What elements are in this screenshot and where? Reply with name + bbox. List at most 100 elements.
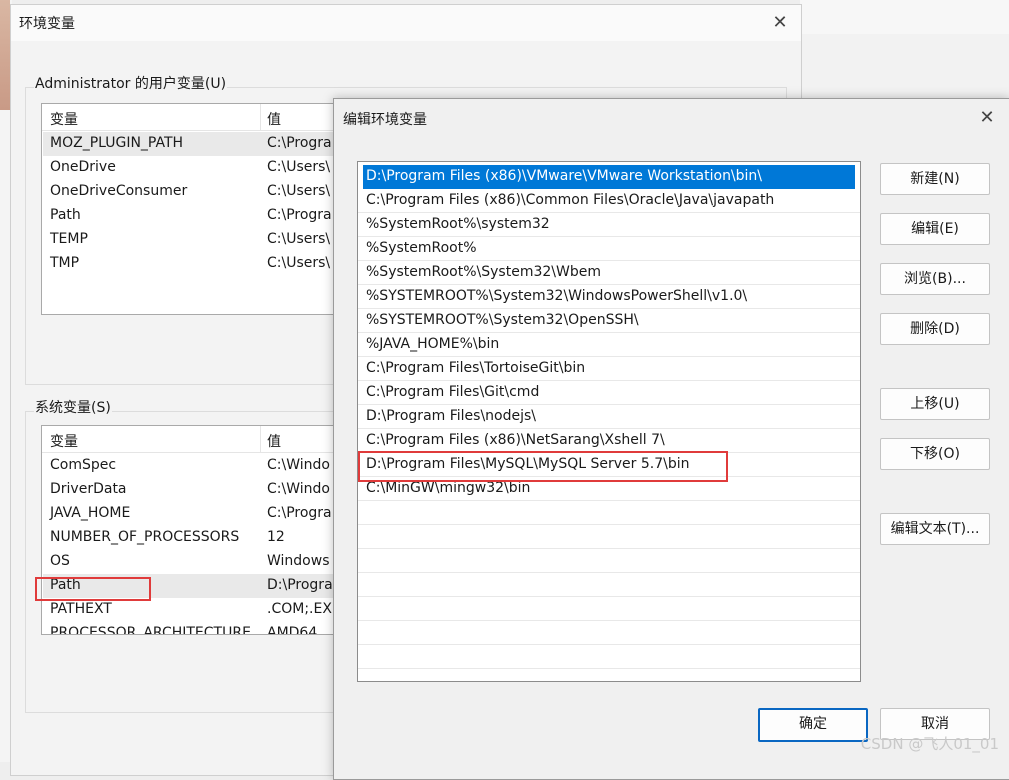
- variable-value: C:\Progra: [267, 135, 332, 151]
- empty-path-row[interactable]: [358, 573, 860, 597]
- user-variable-row[interactable]: OneDrive C:\Users\: [43, 156, 341, 180]
- watermark: CSDN @飞人01_01: [860, 735, 999, 753]
- variable-name: OneDriveConsumer: [50, 183, 188, 199]
- path-entry[interactable]: C:\MinGW\mingw32\bin: [358, 477, 860, 501]
- variable-name: TEMP: [50, 231, 88, 247]
- background-image: [0, 0, 10, 110]
- variable-name: Path: [50, 577, 81, 593]
- variable-value: C:\Users\: [267, 183, 331, 199]
- empty-path-row[interactable]: [358, 597, 860, 621]
- path-entry[interactable]: %SYSTEMROOT%\System32\OpenSSH\: [358, 309, 860, 333]
- user-variable-row[interactable]: Path C:\Progra: [43, 204, 341, 228]
- system-variable-row[interactable]: PROCESSOR_ARCHITECTURE AMD64: [43, 622, 341, 635]
- path-text: C:\Program Files\Git\cmd: [366, 384, 540, 400]
- path-text: D:\Program Files\nodejs\: [366, 408, 537, 424]
- variable-value: C:\Windo: [267, 457, 330, 473]
- variable-value: C:\Progra: [267, 505, 332, 521]
- variable-name: Path: [50, 207, 81, 223]
- browse-button[interactable]: 浏览(B)...: [880, 263, 990, 295]
- move-up-button[interactable]: 上移(U): [880, 388, 990, 420]
- user-variable-row[interactable]: TMP C:\Users\: [43, 252, 341, 276]
- path-entry[interactable]: %SYSTEMROOT%\System32\WindowsPowerShell\…: [358, 285, 860, 309]
- delete-button[interactable]: 删除(D): [880, 313, 990, 345]
- variable-value: Windows: [267, 553, 330, 569]
- variable-name: ComSpec: [50, 457, 117, 473]
- column-header-value[interactable]: 值: [267, 431, 281, 451]
- column-header-value[interactable]: 值: [267, 109, 281, 129]
- system-variable-row[interactable]: PATHEXT .COM;.EX: [43, 598, 341, 622]
- variable-value: .COM;.EX: [267, 601, 332, 617]
- dialog-title: 编辑环境变量: [343, 112, 427, 128]
- path-entry-mysql[interactable]: D:\Program Files\MySQL\MySQL Server 5.7\…: [358, 453, 860, 477]
- edit-button[interactable]: 编辑(E): [880, 213, 990, 245]
- column-header-variable[interactable]: 变量: [50, 109, 78, 129]
- system-variable-row[interactable]: NUMBER_OF_PROCESSORS 12: [43, 526, 341, 550]
- system-variables-list[interactable]: 变量 值 ComSpec C:\Windo DriverData C:\Wind…: [41, 425, 343, 635]
- user-variable-row[interactable]: TEMP C:\Users\: [43, 228, 341, 252]
- system-variable-row[interactable]: ComSpec C:\Windo: [43, 454, 341, 478]
- variable-value: D:\Progra: [267, 577, 333, 593]
- path-entry[interactable]: %SystemRoot%\System32\Wbem: [358, 261, 860, 285]
- user-variable-row[interactable]: MOZ_PLUGIN_PATH C:\Progra: [43, 132, 341, 156]
- variable-value: AMD64: [267, 625, 318, 635]
- path-entries-list[interactable]: D:\Program Files (x86)\VMware\VMware Wor…: [357, 161, 861, 682]
- user-variables-list[interactable]: 变量 值 MOZ_PLUGIN_PATH C:\Progra OneDrive …: [41, 103, 343, 315]
- path-entry[interactable]: D:\Program Files (x86)\VMware\VMware Wor…: [363, 165, 855, 189]
- path-text: %SYSTEMROOT%\System32\WindowsPowerShell\…: [366, 288, 748, 304]
- close-icon[interactable]: ✕: [768, 11, 792, 35]
- path-entry[interactable]: %SystemRoot%: [358, 237, 860, 261]
- column-header-variable[interactable]: 变量: [50, 431, 78, 451]
- variable-name: MOZ_PLUGIN_PATH: [50, 135, 184, 151]
- empty-path-row[interactable]: [358, 621, 860, 645]
- variable-name: NUMBER_OF_PROCESSORS: [50, 529, 240, 545]
- column-divider[interactable]: [260, 104, 261, 130]
- path-text: %SystemRoot%\system32: [366, 216, 550, 232]
- system-variables-label: 系统变量(S): [34, 397, 112, 417]
- variable-name: DriverData: [50, 481, 127, 497]
- user-variable-row[interactable]: OneDriveConsumer C:\Users\: [43, 180, 341, 204]
- system-variable-row[interactable]: JAVA_HOME C:\Progra: [43, 502, 341, 526]
- variable-value: C:\Progra: [267, 207, 332, 223]
- list-header: 变量 值: [42, 426, 342, 453]
- path-text: C:\Program Files (x86)\Common Files\Orac…: [366, 192, 775, 208]
- list-header: 变量 值: [42, 104, 342, 131]
- path-entry[interactable]: %SystemRoot%\system32: [358, 213, 860, 237]
- system-variable-row-path[interactable]: Path D:\Progra: [43, 574, 341, 598]
- variable-value: C:\Users\: [267, 231, 331, 247]
- variable-name: OneDrive: [50, 159, 116, 175]
- system-variable-row[interactable]: OS Windows: [43, 550, 341, 574]
- variable-name: PATHEXT: [50, 601, 112, 617]
- variable-value: 12: [267, 529, 285, 545]
- empty-path-row[interactable]: [358, 645, 860, 669]
- path-entry[interactable]: C:\Program Files (x86)\NetSarang\Xshell …: [358, 429, 860, 453]
- close-icon[interactable]: ✕: [975, 106, 999, 130]
- variable-value: C:\Users\: [267, 159, 331, 175]
- path-entry[interactable]: %JAVA_HOME%\bin: [358, 333, 860, 357]
- column-divider[interactable]: [260, 426, 261, 452]
- path-entry[interactable]: D:\Program Files\nodejs\: [358, 405, 860, 429]
- ok-button[interactable]: 确定: [758, 708, 868, 742]
- path-entry[interactable]: C:\Program Files\TortoiseGit\bin: [358, 357, 860, 381]
- path-entry[interactable]: C:\Program Files (x86)\Common Files\Orac…: [358, 189, 860, 213]
- path-text: C:\MinGW\mingw32\bin: [366, 480, 531, 496]
- path-entry[interactable]: C:\Program Files\Git\cmd: [358, 381, 860, 405]
- path-text: C:\Program Files\TortoiseGit\bin: [366, 360, 586, 376]
- user-variables-label: Administrator 的用户变量(U): [34, 73, 228, 93]
- path-text: C:\Program Files (x86)\NetSarang\Xshell …: [366, 432, 665, 448]
- empty-path-row[interactable]: [358, 525, 860, 549]
- variable-name: PROCESSOR_ARCHITECTURE: [50, 625, 251, 635]
- variable-name: TMP: [50, 255, 80, 271]
- new-button[interactable]: 新建(N): [880, 163, 990, 195]
- path-text: %SystemRoot%: [366, 240, 477, 256]
- dialog-title: 环境变量: [19, 16, 75, 32]
- path-text: D:\Program Files (x86)\VMware\VMware Wor…: [366, 168, 763, 184]
- variable-name: JAVA_HOME: [50, 505, 131, 521]
- system-variable-row[interactable]: DriverData C:\Windo: [43, 478, 341, 502]
- move-down-button[interactable]: 下移(O): [880, 438, 990, 470]
- variable-name: OS: [50, 553, 70, 569]
- path-text: %SystemRoot%\System32\Wbem: [366, 264, 601, 280]
- dialog-titlebar: 环境变量 ✕: [11, 5, 801, 41]
- empty-path-row[interactable]: [358, 501, 860, 525]
- edit-text-button[interactable]: 编辑文本(T)...: [880, 513, 990, 545]
- empty-path-row[interactable]: [358, 549, 860, 573]
